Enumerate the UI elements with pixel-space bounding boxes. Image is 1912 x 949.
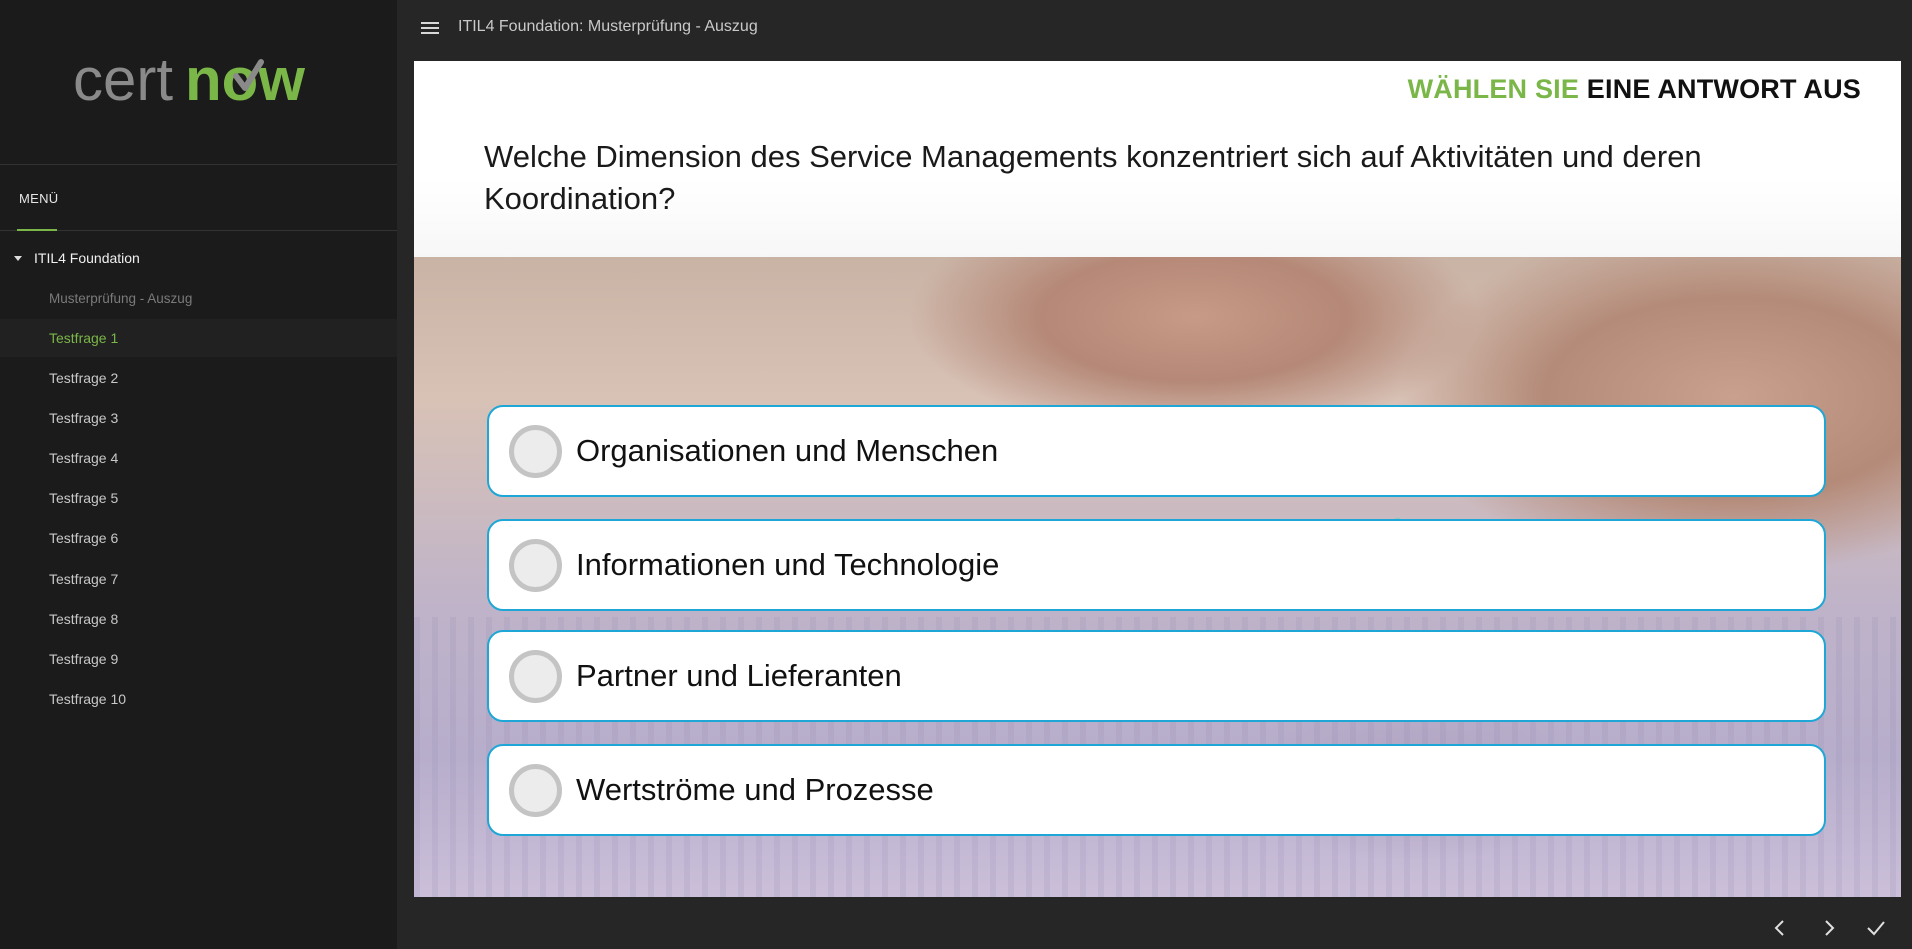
bottom-navigation (397, 897, 1912, 949)
answer-label: Organisationen und Menschen (576, 433, 999, 468)
radio-button[interactable] (509, 538, 562, 592)
course-page-title: ITIL4 Foundation: Musterprüfung - Auszug (458, 18, 758, 35)
tab-active-indicator (17, 229, 57, 231)
instruction-rest: EINE ANTWORT AUS (1586, 74, 1861, 104)
sidebar-item-testfrage-10[interactable]: Testfrage 10 (0, 680, 397, 718)
answer-label: Wertströme und Prozesse (576, 772, 934, 807)
answer-label: Informationen und Technologie (576, 547, 1000, 582)
radio-button[interactable] (509, 424, 562, 478)
chevron-left-icon[interactable] (1768, 916, 1792, 940)
answer-label: Partner und Lieferanten (576, 658, 902, 693)
tab-menu-label: MENÜ (19, 191, 59, 206)
certnow-logo: cert now (73, 48, 305, 108)
sidebar-item-testfrage-4[interactable]: Testfrage 4 (0, 439, 397, 477)
instruction-text: WÄHLEN SIE EINE ANTWORT AUS (1408, 74, 1861, 105)
svg-text:cert: cert (73, 48, 173, 108)
slide-header: WÄHLEN SIE EINE ANTWORT AUS Welche Dimen… (414, 61, 1901, 257)
question-text: Welche Dimension des Service Managements… (484, 139, 1702, 216)
radio-button[interactable] (509, 763, 562, 817)
sidebar-item-testfrage-2[interactable]: Testfrage 2 (0, 359, 397, 397)
sidebar-item-testfrage-3[interactable]: Testfrage 3 (0, 399, 397, 437)
sidebar-item-testfrage-9[interactable]: Testfrage 9 (0, 640, 397, 678)
checkmark-icon[interactable] (1864, 916, 1888, 940)
topbar: ITIL4 Foundation: Musterprüfung - Auszug (397, 0, 1912, 56)
logo-area: cert now (0, 0, 397, 165)
sidebar-item-testfrage-7[interactable]: Testfrage 7 (0, 560, 397, 598)
hamburger-icon[interactable] (421, 20, 439, 34)
sidebar-item-testfrage-5[interactable]: Testfrage 5 (0, 479, 397, 517)
sidebar-section-musterpruefung[interactable]: Musterprüfung - Auszug (0, 279, 397, 317)
caret-down-icon (14, 255, 22, 261)
answer-option-3[interactable]: Partner und Lieferanten (487, 630, 1826, 722)
sidebar-item-testfrage-6[interactable]: Testfrage 6 (0, 519, 397, 557)
course-title: ITIL4 Foundation (34, 250, 140, 266)
svg-text:now: now (185, 48, 305, 108)
answer-option-4[interactable]: Wertströme und Prozesse (487, 744, 1826, 836)
sidebar-item-testfrage-1[interactable]: Testfrage 1 (0, 319, 397, 357)
answer-option-1[interactable]: Organisationen und Menschen (487, 405, 1826, 497)
instruction-highlight: WÄHLEN SIE (1407, 74, 1580, 104)
chevron-right-icon[interactable] (1817, 916, 1841, 940)
radio-button[interactable] (509, 649, 562, 703)
tab-menu[interactable]: MENÜ (0, 166, 397, 231)
slide-stage: WÄHLEN SIE EINE ANTWORT AUS Welche Dimen… (414, 61, 1901, 897)
answer-option-2[interactable]: Informationen und Technologie (487, 519, 1826, 611)
course-tree-toggle[interactable]: ITIL4 Foundation (0, 246, 397, 270)
sidebar: cert now MENÜ ITIL4 Foundation Musterprü… (0, 0, 397, 949)
sidebar-item-testfrage-8[interactable]: Testfrage 8 (0, 600, 397, 638)
background-photo: Organisationen und Menschen Informatione… (414, 257, 1901, 897)
